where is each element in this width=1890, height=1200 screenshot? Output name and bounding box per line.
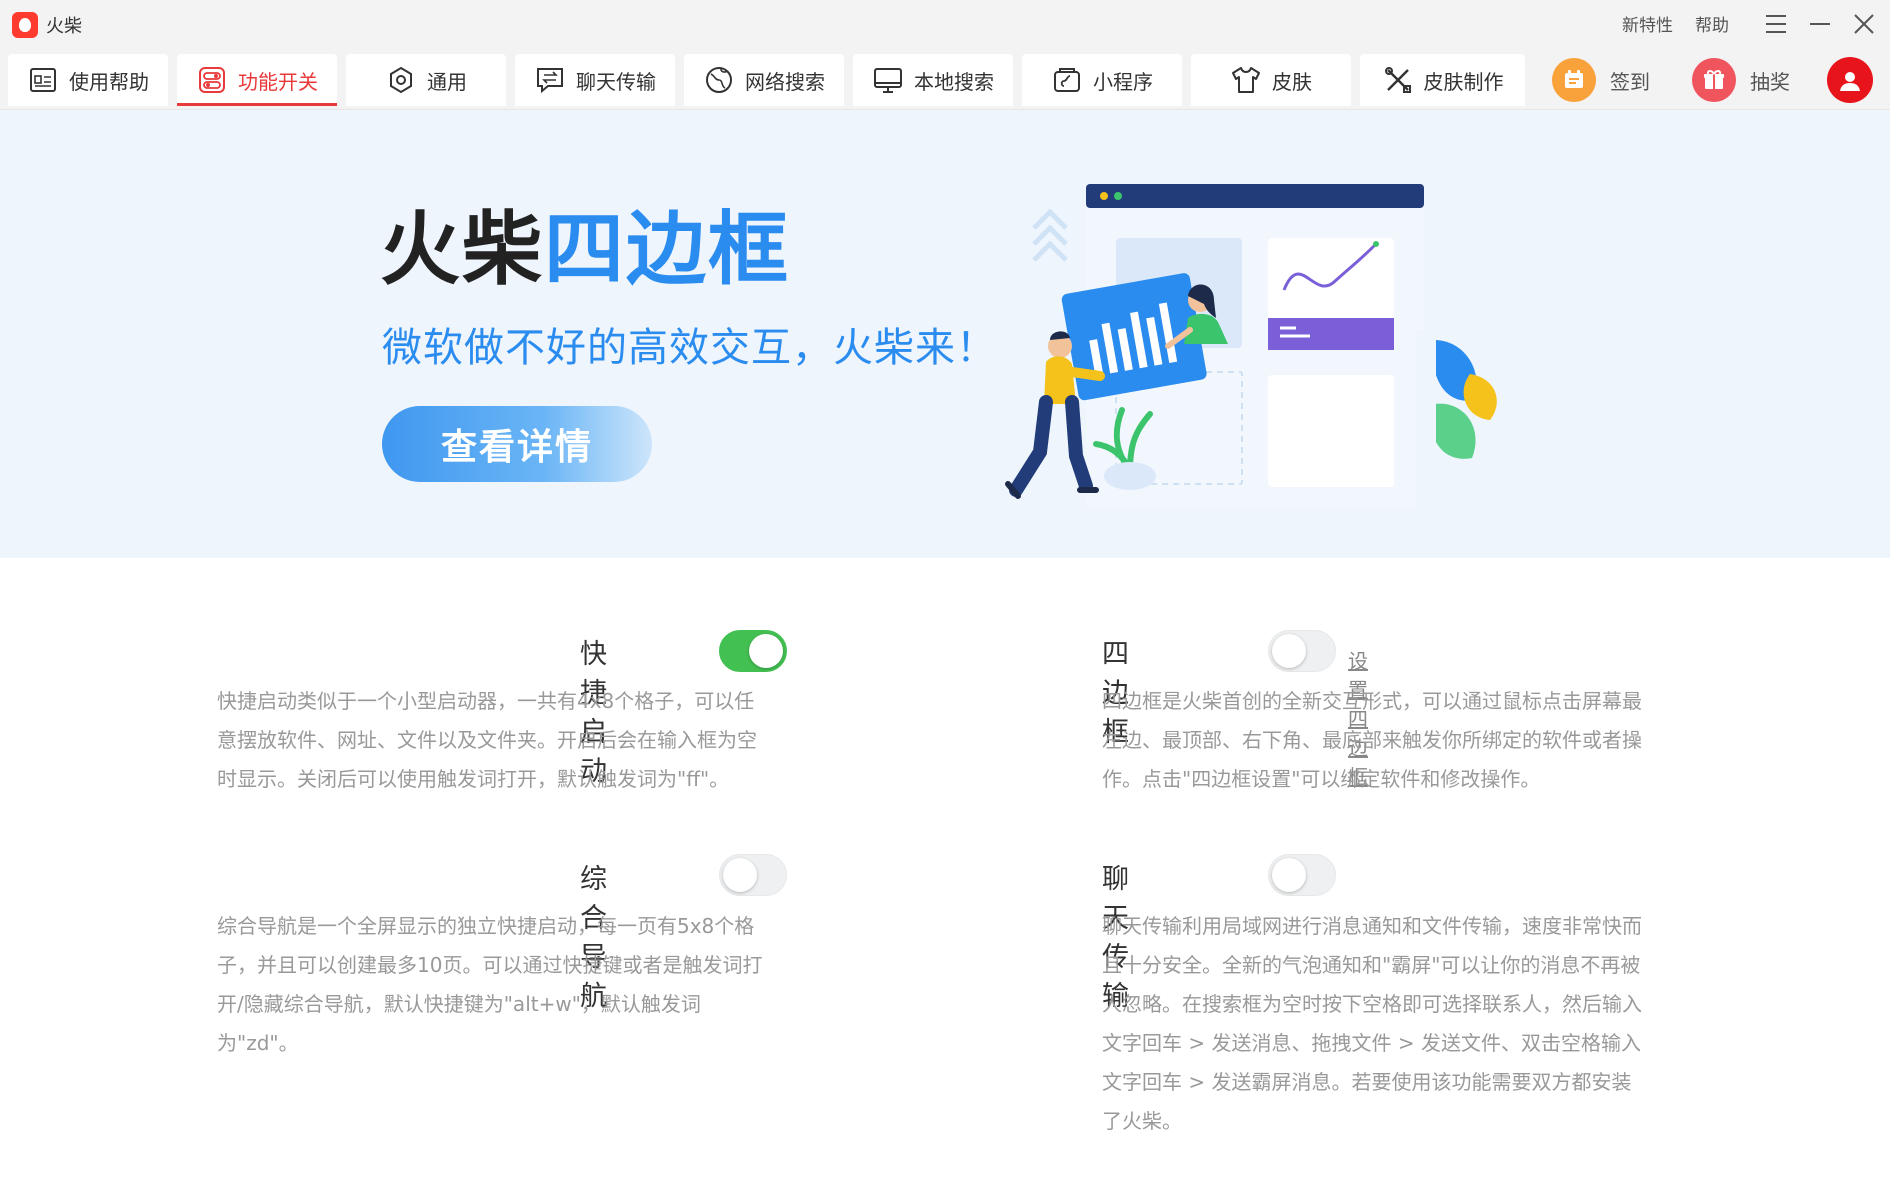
tab-web-search[interactable]: 网络搜索 xyxy=(684,54,844,106)
tab-skin-making[interactable]: 皮肤制作 xyxy=(1360,54,1525,106)
tab-bar: 使用帮助 功能开关 通用 聊天传输 网络搜索 本地搜索 小程序 皮肤 皮肤制作 … xyxy=(0,48,1890,110)
feature-description: 四边框是火柴首创的全新交互形式，可以通过鼠标点击屏幕最 左边、最顶部、右下角、最… xyxy=(1102,689,1642,791)
promo-banner: 火柴四边框 微软做不好的高效交互，火柴来！ 查看详情 xyxy=(0,110,1890,558)
tab-label: 功能开关 xyxy=(238,69,318,94)
tab-label: 皮肤制作 xyxy=(1423,69,1504,94)
tab-label: 使用帮助 xyxy=(69,69,149,94)
tab-mini-program[interactable]: 小程序 xyxy=(1022,54,1182,106)
banner-title: 火柴四边框 xyxy=(380,202,790,298)
title-bar: 火柴 新特性 帮助 xyxy=(0,0,1890,48)
minimize-icon[interactable] xyxy=(1802,6,1838,42)
quick-launch-toggle[interactable] xyxy=(719,630,787,672)
banner-subtitle: 微软做不好的高效交互，火柴来！ xyxy=(382,325,997,371)
tab-local-search[interactable]: 本地搜索 xyxy=(853,54,1013,106)
tab-chat-transfer[interactable]: 聊天传输 xyxy=(515,54,675,106)
new-features-link[interactable]: 新特性 xyxy=(1622,11,1673,36)
user-icon xyxy=(1827,57,1873,103)
switch-icon xyxy=(196,64,228,96)
close-icon[interactable] xyxy=(1846,6,1882,42)
help-doc-icon xyxy=(27,64,59,96)
tab-general[interactable]: 通用 xyxy=(346,54,506,106)
banner-illustration xyxy=(1005,184,1497,530)
lottery-label: 抽奖 xyxy=(1750,69,1790,94)
view-details-button[interactable]: 查看详情 xyxy=(382,406,652,482)
feature-description: 快捷启动类似于一个小型启动器，一共有4x8个格子，可以任 意摆放软件、网址、文件… xyxy=(217,689,757,791)
four-edge-toggle[interactable] xyxy=(1268,630,1336,672)
tab-skin[interactable]: 皮肤 xyxy=(1191,54,1351,106)
tab-feature-switch[interactable]: 功能开关 xyxy=(177,54,337,106)
banner-title-dark: 火柴 xyxy=(380,203,544,296)
chat-transfer-toggle[interactable] xyxy=(1268,854,1336,896)
help-link[interactable]: 帮助 xyxy=(1695,11,1729,36)
tab-label: 小程序 xyxy=(1093,69,1153,94)
checkin-label: 签到 xyxy=(1610,69,1650,94)
navigation-toggle[interactable] xyxy=(719,854,787,896)
tab-label: 聊天传输 xyxy=(576,69,656,94)
hexagon-gear-icon xyxy=(385,64,417,96)
checkin-button[interactable]: 签到 xyxy=(1552,54,1650,106)
tab-usage-help[interactable]: 使用帮助 xyxy=(8,54,168,106)
shirt-icon xyxy=(1230,64,1262,96)
tools-icon xyxy=(1382,64,1414,96)
feature-description: 聊天传输利用局域网进行消息通知和文件传输，速度非常快而 且十分安全。全新的气泡通… xyxy=(1102,914,1642,1133)
feature-description: 综合导航是一个全屏显示的独立快捷启动，每一页有5x8个格 子，并且可以创建最多1… xyxy=(217,914,763,1055)
banner-title-blue: 四边框 xyxy=(544,203,790,296)
app-logo-icon xyxy=(12,12,38,38)
chat-transfer-icon xyxy=(534,64,566,96)
menu-icon[interactable] xyxy=(1758,6,1794,42)
app-title: 火柴 xyxy=(46,16,82,37)
tab-label: 通用 xyxy=(427,69,467,94)
lottery-button[interactable]: 抽奖 xyxy=(1692,54,1790,106)
user-avatar[interactable] xyxy=(1827,54,1873,106)
tab-label: 本地搜索 xyxy=(914,69,994,94)
mini-program-icon xyxy=(1051,64,1083,96)
calendar-icon xyxy=(1552,58,1596,102)
tab-label: 网络搜索 xyxy=(745,69,825,94)
monitor-icon xyxy=(872,64,904,96)
globe-search-icon xyxy=(703,64,735,96)
tab-label: 皮肤 xyxy=(1272,69,1312,94)
gift-icon xyxy=(1692,58,1736,102)
